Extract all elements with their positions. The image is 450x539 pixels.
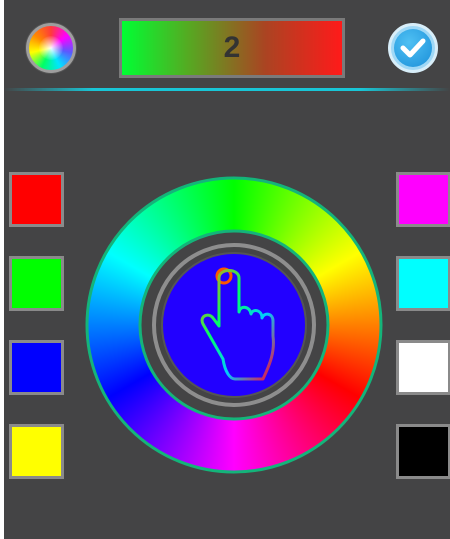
header-divider [4, 88, 450, 91]
swatch-yellow[interactable] [9, 424, 64, 479]
selected-color-preview[interactable] [161, 252, 307, 398]
swatch-white[interactable] [396, 340, 450, 395]
swatch-red[interactable] [9, 172, 64, 227]
value-display: 2 [223, 31, 241, 64]
app-screen: 2 [4, 0, 450, 539]
color-wheel[interactable] [85, 176, 383, 474]
brightness-gradient-bar[interactable]: 2 [119, 18, 345, 78]
color-wheel-button[interactable] [26, 23, 76, 73]
swatch-black[interactable] [396, 424, 450, 479]
swatch-cyan[interactable] [396, 256, 450, 311]
confirm-button[interactable] [388, 23, 438, 73]
swatch-green[interactable] [9, 256, 64, 311]
swatch-magenta[interactable] [396, 172, 450, 227]
checkmark-icon [394, 29, 432, 67]
swatch-blue[interactable] [9, 340, 64, 395]
